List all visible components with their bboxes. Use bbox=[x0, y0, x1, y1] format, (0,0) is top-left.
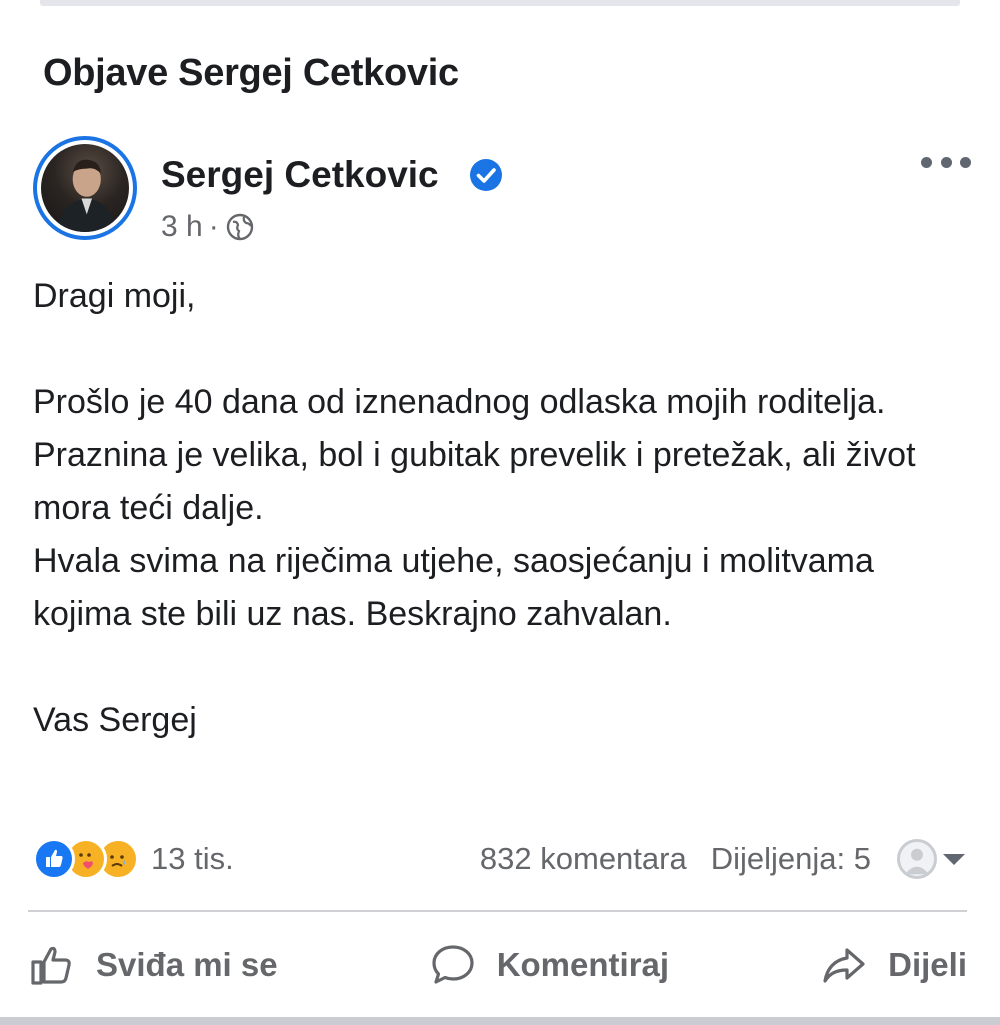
more-dot bbox=[940, 156, 952, 168]
post-signoff: Vas Sergej bbox=[33, 701, 197, 739]
more-dot bbox=[921, 156, 932, 168]
verified-badge-icon bbox=[470, 159, 502, 191]
post-greeting: Dragi moji, bbox=[33, 277, 196, 315]
comment-count[interactable]: 832 komentara bbox=[480, 841, 687, 877]
reactions-bar: 13 tis. 832 komentara Dijeljenja: 5 bbox=[33, 834, 965, 884]
comment-label: Komentiraj bbox=[496, 946, 670, 983]
thumbs-up-icon bbox=[31, 946, 71, 985]
post-time[interactable]: 3 h bbox=[161, 210, 203, 244]
share-count[interactable]: Dijeljenja: 5 bbox=[711, 841, 871, 877]
post-paragraph: Hvala svima na riječima utjehe, saosjeća… bbox=[33, 542, 874, 633]
like-icon bbox=[33, 838, 75, 880]
share-arrow-icon bbox=[823, 948, 865, 983]
person-silhouette-icon bbox=[56, 159, 117, 232]
share-button[interactable]: Dijeli bbox=[820, 941, 967, 989]
post-paragraph: Prošlo je 40 dana od iznenadnog odlaska … bbox=[33, 383, 916, 527]
reaction-identity-selector[interactable] bbox=[897, 839, 965, 879]
globe-icon bbox=[226, 213, 253, 241]
user-avatar-icon bbox=[897, 839, 937, 879]
post-body: Dragi moji, Prošlo je 40 dana od iznenad… bbox=[33, 270, 963, 747]
reaction-icons[interactable] bbox=[33, 838, 139, 880]
action-divider bbox=[28, 910, 967, 912]
section-title: Objave Sergej Cetkovic bbox=[43, 52, 459, 94]
post-actions: Sviđa mi se Komentiraj Dijeli bbox=[28, 930, 967, 1000]
share-label: Dijeli bbox=[888, 946, 967, 983]
meta-separator: · bbox=[208, 210, 219, 243]
comment-button[interactable]: Komentiraj bbox=[429, 941, 669, 989]
bottom-divider bbox=[0, 1017, 1000, 1025]
avatar-photo bbox=[41, 144, 129, 232]
chevron-down-icon bbox=[943, 853, 965, 865]
top-divider bbox=[40, 0, 960, 6]
author-name[interactable]: Sergej Cetkovic bbox=[161, 154, 439, 196]
post-header: Sergej Cetkovic 3 h · bbox=[33, 136, 975, 246]
comment-icon bbox=[432, 945, 474, 984]
like-label: Sviđa mi se bbox=[96, 946, 278, 983]
like-button[interactable]: Sviđa mi se bbox=[28, 941, 278, 989]
post-meta: 3 h · bbox=[161, 210, 255, 244]
reaction-count[interactable]: 13 tis. bbox=[151, 841, 234, 877]
more-options-icon[interactable] bbox=[921, 150, 971, 174]
author-avatar[interactable] bbox=[33, 136, 137, 240]
more-dot bbox=[960, 156, 971, 168]
